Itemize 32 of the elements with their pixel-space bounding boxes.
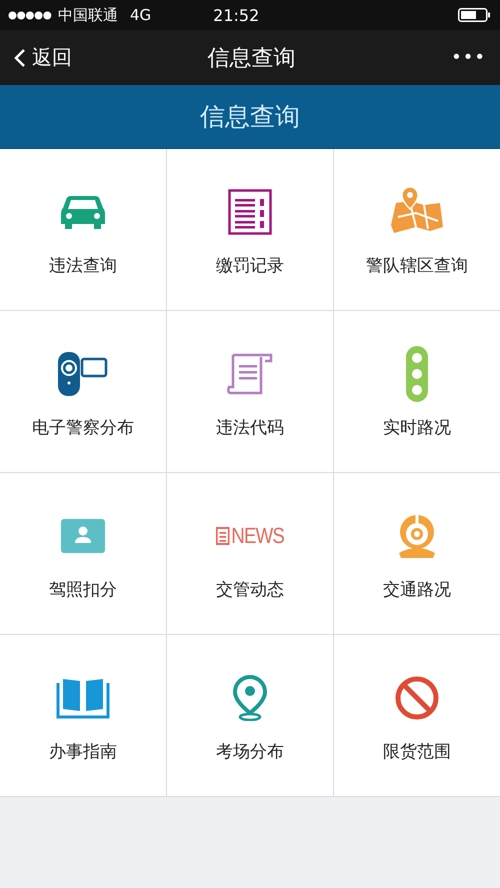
carrier-name: 中国联通 <box>58 6 118 24</box>
menu-tile[interactable]: 缴罚记录 <box>167 149 333 310</box>
no-entry-icon <box>395 676 439 720</box>
traffic-light-icon <box>406 346 428 402</box>
scroll-icon <box>227 353 273 395</box>
book-icon <box>56 677 110 719</box>
menu-tile[interactable]: 驾照扣分 <box>0 473 166 634</box>
signal-icon <box>8 10 52 20</box>
back-button[interactable]: 返回 <box>14 44 72 71</box>
camera-icon <box>58 352 108 396</box>
menu-tile[interactable]: 限货范围 <box>334 635 500 796</box>
menu-tile[interactable]: 考场分布 <box>167 635 333 796</box>
page-title: 信息查询 <box>206 44 297 72</box>
car-icon <box>61 194 105 230</box>
more-button[interactable]: ••• <box>451 47 486 68</box>
id-card-icon <box>61 519 105 553</box>
menu-tile[interactable]: 电子警察分布 <box>0 311 166 472</box>
location-pin-icon <box>233 675 267 721</box>
network-type: 4G <box>130 6 152 24</box>
webcam-icon <box>397 513 437 559</box>
menu-tile[interactable]: 办事指南 <box>0 635 166 796</box>
chevron-left-icon <box>14 48 26 68</box>
menu-tile[interactable]: 违法代码 <box>167 311 333 472</box>
menu-tile[interactable]: 实时路况 <box>334 311 500 472</box>
menu-tile[interactable]: NEWS 交管动态 <box>167 473 333 634</box>
menu-tile[interactable]: 警队辖区查询 <box>334 149 500 310</box>
receipt-icon <box>228 189 272 235</box>
status-time: 21:52 <box>213 6 260 24</box>
menu-tile[interactable]: 交通路况 <box>334 473 500 634</box>
menu-tile[interactable]: 违法查询 <box>0 149 166 310</box>
section-title: 信息查询 <box>200 101 300 133</box>
battery-icon <box>458 8 490 22</box>
